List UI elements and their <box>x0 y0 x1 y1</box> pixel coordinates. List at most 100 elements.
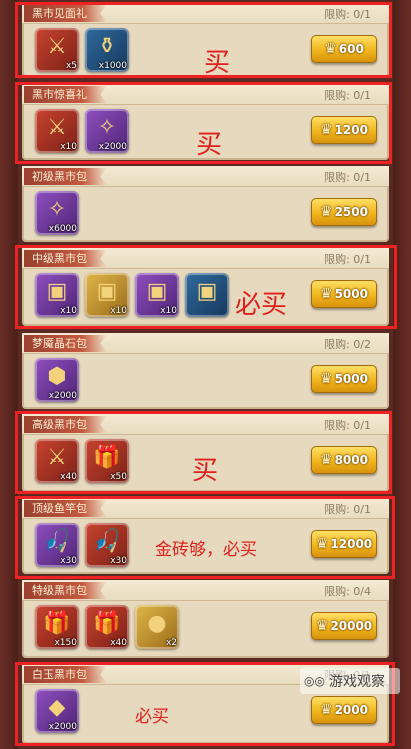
item-count: x2 <box>165 638 177 648</box>
pack-title: 黑市见面礼 <box>24 5 107 22</box>
reward-item[interactable]: ✧ x2000 <box>85 109 129 153</box>
nightmare-crystal-icon: ⬢ <box>47 364 67 389</box>
price-label: 8000 <box>334 453 368 467</box>
reward-item[interactable]: 🎁 x150 <box>35 605 79 649</box>
pack-header: 特级黑市包 限购: 0/4 <box>22 580 389 601</box>
reward-item[interactable]: 🎣 x30 <box>85 523 129 567</box>
reward-item[interactable]: ▣ x10 <box>35 273 79 317</box>
buy-button[interactable]: ♛ 2000 <box>311 696 377 724</box>
buy-button[interactable]: ♛ 2500 <box>311 198 377 226</box>
purchase-limit: 限购: 0/1 <box>324 253 371 266</box>
item-count: x2000 <box>48 722 77 732</box>
iron-chest-icon: ▣ <box>46 279 68 304</box>
pack-items: ▣ x10 ▣ x10 ▣ x10 ▣ <box>35 273 229 317</box>
price-label: 2500 <box>334 205 368 219</box>
price-label: 12000 <box>330 537 373 551</box>
gift-box-icon: 🎁 <box>93 611 121 636</box>
reward-item[interactable]: ⚱ x1000 <box>85 28 129 72</box>
gift-box-icon: 🎁 <box>43 611 71 636</box>
gold-sword-icon: ⚔ <box>47 445 67 470</box>
reward-item[interactable]: ⚔ x40 <box>35 439 79 483</box>
shop-pack-card: 初级黑市包 限购: 0/1 ✧ x6000 ♛ 2500 <box>22 166 389 242</box>
item-count: x10 <box>160 306 177 316</box>
coffin-icon: ⚱ <box>97 34 117 59</box>
pack-title: 初级黑市包 <box>24 168 107 185</box>
price-label: 5000 <box>334 372 368 386</box>
reward-item[interactable]: ⬢ x2000 <box>35 358 79 402</box>
buy-button[interactable]: ♛ 5000 <box>311 365 377 393</box>
gold-ingot-icon: ♛ <box>320 702 333 718</box>
buy-button[interactable]: ♛ 12000 <box>311 530 377 558</box>
buy-button[interactable]: ♛ 8000 <box>311 446 377 474</box>
gold-ingot-icon: ♛ <box>315 618 329 634</box>
reward-item[interactable]: ● x2 <box>135 605 179 649</box>
left-border <box>0 0 18 749</box>
gift-box-icon: 🎁 <box>93 445 121 470</box>
gold-sword-icon: ⚔ <box>47 34 67 59</box>
gold-chest-icon: ▣ <box>146 279 168 304</box>
reward-item[interactable]: 🎁 x40 <box>85 605 129 649</box>
item-count: x40 <box>60 472 77 482</box>
annotation-note: 买 <box>196 130 223 160</box>
reward-item[interactable]: ⚔ x5 <box>35 28 79 72</box>
pack-header: 初级黑市包 限购: 0/1 <box>22 166 389 187</box>
item-count: x2000 <box>48 391 77 401</box>
purchase-limit: 限购: 0/2 <box>324 338 371 351</box>
item-count: x10 <box>60 142 77 152</box>
shop-pack-card: 特级黑市包 限购: 0/4 🎁 x150 🎁 x40 ● x2 ♛ 20000 <box>22 580 389 658</box>
pack-title: 特级黑市包 <box>24 582 107 599</box>
purchase-limit: 限购: 0/4 <box>324 585 371 598</box>
pack-title: 白玉黑市包 <box>24 666 107 683</box>
watermark: ◎◎ 游戏观察 <box>300 668 400 694</box>
item-count: x40 <box>110 638 127 648</box>
pack-header: 黑市惊喜礼 限购: 0/1 <box>22 84 389 105</box>
reward-item[interactable]: ▣ x10 <box>85 273 129 317</box>
pack-title: 顶级鱼竿包 <box>24 500 107 517</box>
reward-item[interactable]: 🎣 x30 <box>35 523 79 567</box>
price-label: 2000 <box>334 703 368 717</box>
purchase-limit: 限购: 0/1 <box>324 8 371 21</box>
item-count: x50 <box>110 472 127 482</box>
reward-item[interactable]: 🎁 x50 <box>85 439 129 483</box>
buy-button[interactable]: ♛ 1200 <box>311 116 377 144</box>
annotation-note: 必买 <box>235 290 288 320</box>
item-count: x30 <box>60 556 77 566</box>
price-label: 20000 <box>330 619 373 633</box>
pack-title: 中级黑市包 <box>24 250 107 267</box>
item-count: x2000 <box>98 142 127 152</box>
reward-item[interactable]: ▣ <box>185 273 229 317</box>
white-jade-icon: ◆ <box>48 695 66 720</box>
gold-ingot-icon: ♛ <box>320 452 333 468</box>
pack-items: ◆ x2000 <box>35 689 79 733</box>
fishing-rod-icon: 🎣 <box>43 529 71 554</box>
buy-button[interactable]: ♛ 600 <box>311 35 377 63</box>
price-label: 600 <box>338 42 364 56</box>
pack-title: 黑市惊喜礼 <box>24 86 107 103</box>
reward-item[interactable]: ⚔ x10 <box>35 109 79 153</box>
pack-header: 中级黑市包 限购: 0/1 <box>22 248 389 269</box>
purchase-limit: 限购: 0/1 <box>324 171 371 184</box>
right-border <box>393 0 411 749</box>
pack-title: 高级黑市包 <box>24 416 107 433</box>
item-count: x5 <box>65 61 77 71</box>
annotation-note: 必买 <box>135 707 169 727</box>
gold-sword-icon: ⚔ <box>47 115 67 140</box>
item-count: x10 <box>110 306 127 316</box>
crystal-shard-icon: ✧ <box>97 115 117 140</box>
reward-item[interactable]: ✧ x6000 <box>35 191 79 235</box>
purchase-limit: 限购: 0/1 <box>324 419 371 432</box>
buy-button[interactable]: ♛ 20000 <box>311 612 377 640</box>
purchase-limit: 限购: 0/1 <box>324 89 371 102</box>
silver-chest-icon: ▣ <box>196 279 218 304</box>
buy-button[interactable]: ♛ 5000 <box>311 280 377 308</box>
pack-title: 梦魇晶石包 <box>24 335 107 352</box>
pack-items: ⚔ x10 ✧ x2000 <box>35 109 129 153</box>
reward-item[interactable]: ▣ x10 <box>135 273 179 317</box>
crystal-shard-icon: ✧ <box>47 197 67 222</box>
pack-items: ✧ x6000 <box>35 191 79 235</box>
gold-ingot-icon: ♛ <box>315 536 329 552</box>
gold-ingot-icon: ♛ <box>320 286 333 302</box>
pack-items: 🎁 x150 🎁 x40 ● x2 <box>35 605 179 649</box>
annotation-note: 买 <box>204 48 231 78</box>
reward-item[interactable]: ◆ x2000 <box>35 689 79 733</box>
